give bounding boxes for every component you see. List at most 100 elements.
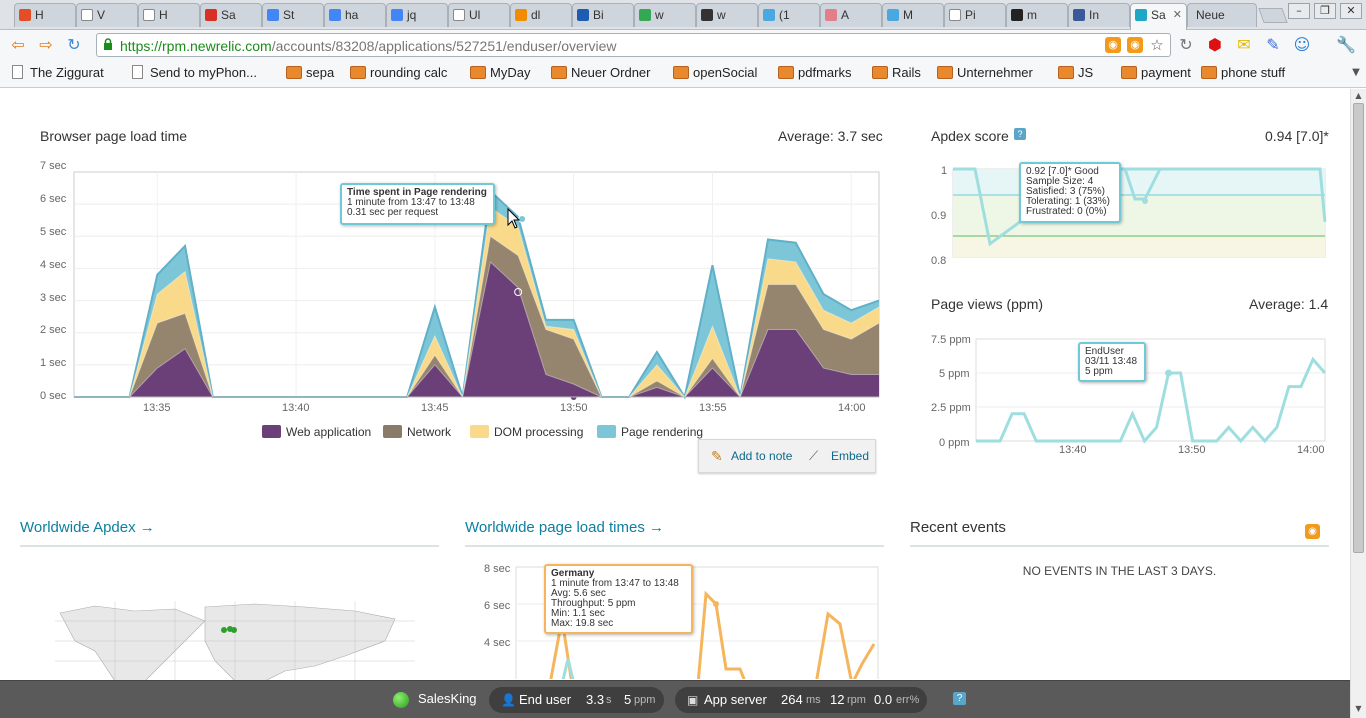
star-icon[interactable]: ☆ [1149, 37, 1165, 53]
scroll-down-icon[interactable]: ▼ [1353, 704, 1364, 715]
browser-tab[interactable]: In [1068, 3, 1130, 27]
legend-swatch [262, 425, 281, 438]
browser-tab[interactable]: Sa ✕ [1130, 3, 1187, 30]
browser-tab[interactable]: H [14, 3, 76, 27]
legend-item[interactable]: Web application [262, 425, 371, 439]
data-point[interactable] [713, 601, 719, 607]
end-user-pill[interactable]: 👤 End user 3.3 s 5 ppm [489, 687, 664, 713]
maximize-button[interactable]: ❐ [1314, 3, 1336, 19]
bookmark-item[interactable]: payment [1121, 65, 1191, 81]
mouse-cursor [507, 208, 521, 229]
extension-badge-icon[interactable]: ✉ [1234, 35, 1254, 55]
bookmark-item[interactable]: rounding calc [350, 65, 447, 81]
bookmark-item[interactable]: phone stuff [1201, 65, 1285, 81]
browser-tab[interactable]: Ul [448, 3, 510, 27]
recent-events-title: Recent events [910, 519, 1006, 536]
legend-item[interactable]: Network [383, 425, 451, 439]
vertical-scrollbar[interactable]: ▲ ▼ [1350, 89, 1366, 718]
browser-tab[interactable]: ha [324, 3, 386, 27]
apdex-title: Apdex score [931, 128, 1009, 144]
scrollbar-thumb[interactable] [1353, 103, 1364, 553]
refresh-extension-icon[interactable]: ↻ [1176, 35, 1196, 55]
app-name[interactable]: SalesKing [418, 691, 477, 706]
browser-tab[interactable]: jq [386, 3, 448, 27]
tooltip-value: 0.31 sec per request [347, 207, 439, 218]
embed-link[interactable]: Embed [831, 449, 869, 463]
bookmark-item[interactable]: sepa [286, 65, 334, 81]
google-icon [391, 9, 403, 21]
browser-tab[interactable]: V [76, 3, 138, 27]
add-to-note-link[interactable]: Add to note [731, 449, 792, 463]
apdex-excellent-band [953, 169, 1325, 196]
browser-tab[interactable]: (1 [758, 3, 820, 27]
browser-tab[interactable]: m [1006, 3, 1068, 27]
bookmark-item[interactable]: Neuer Ordner [551, 65, 650, 81]
docs-icon [329, 9, 341, 21]
browser-tab[interactable]: w [696, 3, 758, 27]
close-window-button[interactable]: ✕ [1340, 3, 1362, 19]
bookmark-item[interactable]: Send to myPhon... [130, 65, 257, 81]
status-footer: SalesKing 👤 End user 3.3 s 5 ppm ▣ App s… [0, 680, 1350, 718]
tab-label: Ul [469, 8, 481, 22]
pageviews-x-tick: 13:50 [1178, 444, 1206, 456]
x-tick-label: 13:45 [421, 402, 449, 414]
wiki-icon [701, 9, 713, 21]
legend-item[interactable]: Page rendering [597, 425, 703, 439]
app-server-pill[interactable]: ▣ App server 264 ms 12 rpm 0.0 err% [675, 687, 927, 713]
scroll-up-icon[interactable]: ▲ [1353, 91, 1364, 102]
address-bar[interactable]: https://rpm.newrelic.com/accounts/83208/… [96, 33, 1171, 57]
browser-tab[interactable]: M [882, 3, 944, 27]
new-tab-button[interactable] [1258, 8, 1288, 23]
browser-tab[interactable]: Bi [572, 3, 634, 27]
app-server-time: 264 [781, 692, 803, 707]
browser-tab[interactable]: A [820, 3, 882, 27]
bookmark-item[interactable]: JS [1058, 65, 1093, 81]
rss-icon[interactable]: ◉ [1105, 37, 1121, 53]
bookmark-label: sepa [306, 65, 335, 80]
rss-icon[interactable]: ◉ [1127, 37, 1143, 53]
browser-tab[interactable]: dl [510, 3, 572, 27]
adblock-icon[interactable]: ⬢ [1205, 35, 1225, 55]
bookmark-item[interactable]: pdfmarks [778, 65, 851, 81]
bookmark-item[interactable]: Rails [872, 65, 921, 81]
app-server-error-unit: err% [896, 694, 920, 706]
browser-tab[interactable]: Sa [200, 3, 262, 27]
close-tab-icon[interactable]: ✕ [1173, 4, 1182, 26]
map-marker[interactable] [221, 627, 227, 633]
browser-tab[interactable]: w [634, 3, 696, 27]
minimize-button[interactable]: – [1288, 3, 1310, 19]
tab-label: St [283, 8, 295, 22]
worldwide-apdex-link[interactable]: Worldwide Apdex → [20, 519, 155, 536]
legend-item[interactable]: DOM processing [470, 425, 583, 439]
bookmark-item[interactable]: Unternehmer [937, 65, 1033, 81]
browser-tab[interactable]: St [262, 3, 324, 27]
apdex-help-icon[interactable]: ? [1014, 128, 1026, 140]
url-text: https://rpm.newrelic.com/accounts/83208/… [120, 38, 617, 54]
browser-tab[interactable]: Pi [944, 3, 1006, 27]
tab-label: ha [345, 8, 359, 22]
browser-tab[interactable]: Neue [1187, 3, 1257, 27]
rss-icon[interactable]: ◉ [1305, 524, 1320, 539]
x-tick-label: 13:40 [282, 402, 310, 414]
b-icon [577, 9, 589, 21]
map-marker[interactable] [231, 627, 237, 633]
bookmark-item[interactable]: MyDay [470, 65, 530, 81]
y-tick-label: 1 sec [40, 357, 67, 370]
reload-icon[interactable]: ↻ [64, 35, 84, 55]
back-icon[interactable]: ⇦ [8, 35, 28, 55]
bookmark-item[interactable]: The Ziggurat [10, 65, 104, 81]
browser-tab[interactable]: H [138, 3, 200, 27]
wrench-icon[interactable]: 🔧 [1336, 35, 1356, 55]
footer-help-icon[interactable]: ? [953, 692, 966, 705]
forward-icon[interactable]: ⇨ [36, 35, 56, 55]
eyedropper-icon[interactable]: ✎ [1263, 35, 1283, 55]
tab-label: H [35, 8, 44, 22]
worldwide-load-link[interactable]: Worldwide page load times → [465, 519, 664, 536]
bookmark-label: Neuer Ordner [571, 65, 651, 80]
ghost-extension-icon[interactable]: ☺ [1292, 35, 1312, 55]
bookmarks-overflow-icon[interactable]: ▼ [1346, 63, 1366, 83]
bookmark-item[interactable]: openSocial [673, 65, 757, 81]
data-point[interactable] [1142, 198, 1148, 204]
folder-icon [286, 66, 302, 79]
data-point[interactable] [1165, 369, 1173, 377]
